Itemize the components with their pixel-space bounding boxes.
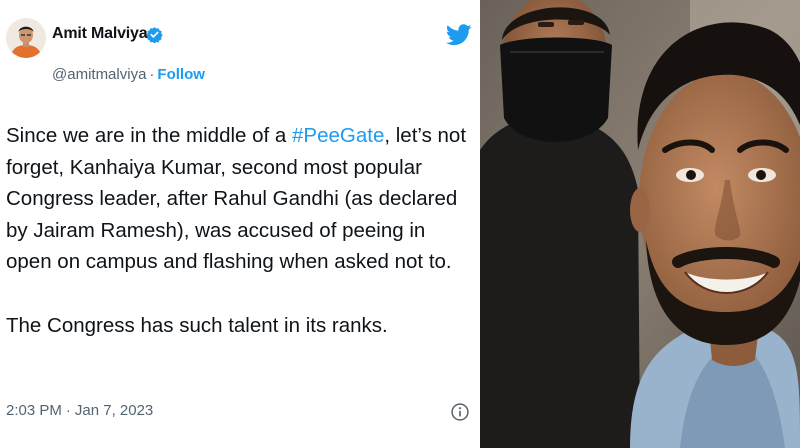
author-handle[interactable]: @amitmalviya — [52, 66, 146, 83]
follow-button[interactable]: Follow — [157, 66, 205, 83]
handle-line: @amitmalviya · Follow — [52, 66, 205, 83]
news-photo — [480, 0, 800, 448]
author-avatar[interactable] — [6, 18, 46, 58]
verified-badge-icon — [146, 27, 163, 43]
tweet-card: Amit Malviya @amitmalviya · Follow Since w… — [0, 0, 480, 448]
author-name[interactable]: Amit Malviya — [52, 25, 148, 43]
separator-dot: · — [149, 66, 155, 83]
timestamp-separator: · — [65, 402, 71, 419]
tweet-date: Jan 7, 2023 — [74, 402, 154, 419]
tweet-paragraph-2: The Congress has such talent in its rank… — [6, 313, 388, 337]
tweet-timestamp[interactable]: 2:03 PM · Jan 7, 2023 — [6, 402, 153, 419]
twitter-bird-icon[interactable] — [446, 24, 472, 46]
tweet-text-lead: Since we are in the middle of a — [6, 124, 293, 147]
info-icon[interactable] — [450, 402, 470, 422]
hashtag-link[interactable]: #PeeGate — [292, 124, 384, 147]
tweet-paragraph-1: Since we are in the middle of a #PeeGate… — [6, 120, 474, 278]
tweet-text: Since we are in the middle of a #PeeGate… — [6, 120, 474, 341]
tweet-time: 2:03 PM — [6, 402, 62, 419]
